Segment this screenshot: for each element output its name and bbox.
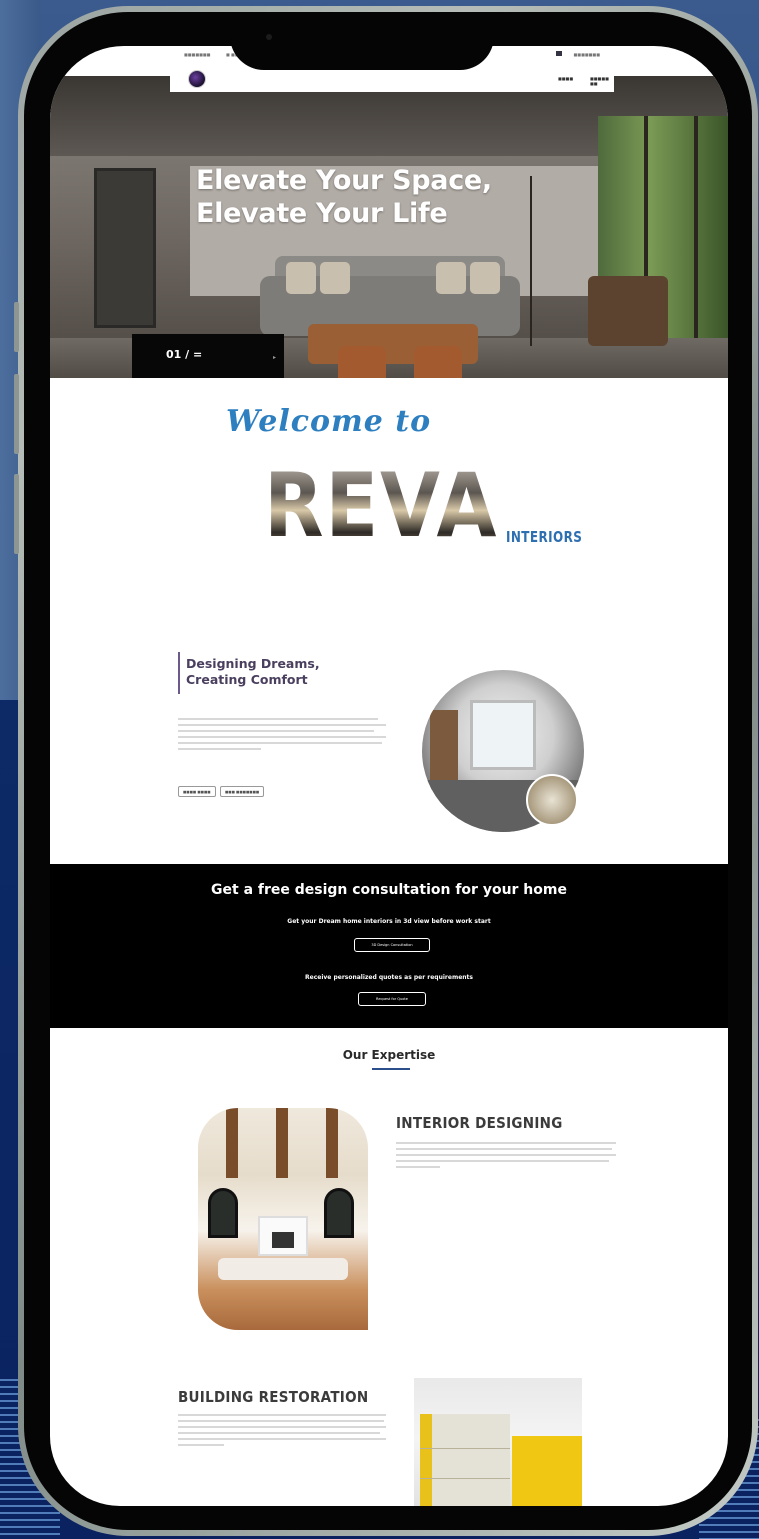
text-line xyxy=(178,742,382,744)
hero-image-pillow xyxy=(320,262,350,294)
image-beam xyxy=(276,1108,288,1178)
camera-icon xyxy=(266,34,272,40)
about-title-line: Designing Dreams, xyxy=(186,656,320,671)
about-image-shelf xyxy=(430,710,458,790)
hero-title-line: Elevate Your Life xyxy=(196,198,448,229)
image-beam xyxy=(326,1108,338,1178)
accent-bar xyxy=(178,652,180,694)
consultation-text: Get your Dream home interiors in 3d view… xyxy=(287,918,491,925)
hero-image-pillow xyxy=(470,262,500,294)
hero-image-ottoman xyxy=(338,346,386,378)
building-restoration-heading: BUILDING RESTORATION xyxy=(178,1388,369,1406)
hero-title: Elevate Your Space, Elevate Your Life xyxy=(196,164,492,230)
text-line xyxy=(178,724,386,726)
expertise-title: Our Expertise xyxy=(342,1048,436,1062)
image-scaffold-line xyxy=(420,1448,510,1449)
request-quote-button[interactable]: Request for Quote xyxy=(358,992,426,1006)
hero-title-line: Elevate Your Space, xyxy=(196,165,492,196)
image-yellow-panel xyxy=(512,1436,582,1506)
text-line xyxy=(178,1432,380,1434)
welcome-heading: Welcome to xyxy=(226,404,432,439)
consultation-section: Get a free design consultation for your … xyxy=(50,864,728,1028)
brand-name: REVA xyxy=(264,454,499,557)
text-line xyxy=(178,1444,224,1446)
interior-designing-paragraph xyxy=(396,1142,616,1172)
title-underline xyxy=(372,1068,410,1070)
phone-frame: Elevate Your Space, Elevate Your Life 01… xyxy=(14,6,758,1536)
building-restoration-image xyxy=(414,1378,582,1506)
text-line xyxy=(396,1148,612,1150)
image-beam xyxy=(226,1108,238,1178)
about-paragraph xyxy=(178,718,386,754)
hero-image-ottoman xyxy=(414,346,462,378)
website-screen: Elevate Your Space, Elevate Your Life 01… xyxy=(50,46,728,1506)
text-line xyxy=(396,1154,616,1156)
consultation-text: Receive personalized quotes as per requi… xyxy=(305,974,473,981)
image-sofa xyxy=(218,1258,348,1280)
read-more-button[interactable]: ■■■■ ■■■■ xyxy=(178,786,216,797)
phone-volume-up-button xyxy=(14,374,19,454)
slider-next-icon[interactable]: ▸ xyxy=(273,354,276,361)
about-title: Designing Dreams, Creating Comfort xyxy=(186,656,320,688)
image-fireplace xyxy=(258,1216,308,1256)
interior-designing-heading: INTERIOR DESIGNING xyxy=(396,1114,563,1132)
brand-subtitle: INTERIORS xyxy=(506,528,583,546)
consultation-title: Get a free design consultation for your … xyxy=(211,882,567,898)
building-restoration-paragraph xyxy=(178,1414,386,1450)
nav-link-contact[interactable]: ■■■■ xyxy=(558,76,573,81)
hero-image-pillow xyxy=(286,262,316,294)
site-logo[interactable] xyxy=(188,70,206,88)
text-line xyxy=(396,1166,440,1168)
3d-consultation-button[interactable]: 3D Design Consultation xyxy=(354,938,430,952)
phone-notch xyxy=(230,12,494,70)
text-line xyxy=(178,1426,386,1428)
text-line xyxy=(178,748,262,750)
phone-bezel: Elevate Your Space, Elevate Your Life 01… xyxy=(24,12,752,1530)
text-line xyxy=(178,1414,386,1416)
image-arch-window xyxy=(324,1188,354,1238)
about-image-window xyxy=(470,700,536,770)
hero-image-pillow xyxy=(436,262,466,294)
contact-us-button[interactable]: ■■■ ■■■■■■■ xyxy=(220,786,265,797)
slide-number: 01 / = xyxy=(166,348,203,361)
hero-image-door xyxy=(94,168,156,328)
image-arch-window xyxy=(208,1188,238,1238)
interior-designing-image xyxy=(198,1108,368,1330)
hero-image-lamp xyxy=(530,176,532,346)
phone-volume-down-button xyxy=(14,474,19,554)
slider-counter[interactable]: 01 / = ▸ xyxy=(132,334,284,378)
image-fireplace-opening xyxy=(272,1232,294,1248)
text-line xyxy=(178,736,386,738)
about-title-line: Creating Comfort xyxy=(186,672,308,687)
hero-image-chair xyxy=(588,276,668,346)
phone-side-button xyxy=(14,302,19,352)
about-image-small xyxy=(526,774,578,826)
text-line xyxy=(178,1438,386,1440)
text-line xyxy=(396,1160,610,1162)
image-scaffold xyxy=(420,1414,510,1506)
text-line xyxy=(178,730,374,732)
text-line xyxy=(396,1142,616,1144)
image-scaffold-line xyxy=(420,1478,510,1479)
header-phone-info: ■■■■■■■ xyxy=(573,52,600,57)
flag-icon xyxy=(556,51,562,56)
text-line xyxy=(178,718,378,720)
nav-link-about[interactable]: ■■■■■ ■■ xyxy=(590,76,614,86)
brand-logo: REVA INTERIORS xyxy=(264,458,601,550)
text-line xyxy=(178,1420,384,1422)
hero-slider: Elevate Your Space, Elevate Your Life 01… xyxy=(50,76,728,378)
header-contact-info: ■■■■■■■ xyxy=(184,52,211,57)
